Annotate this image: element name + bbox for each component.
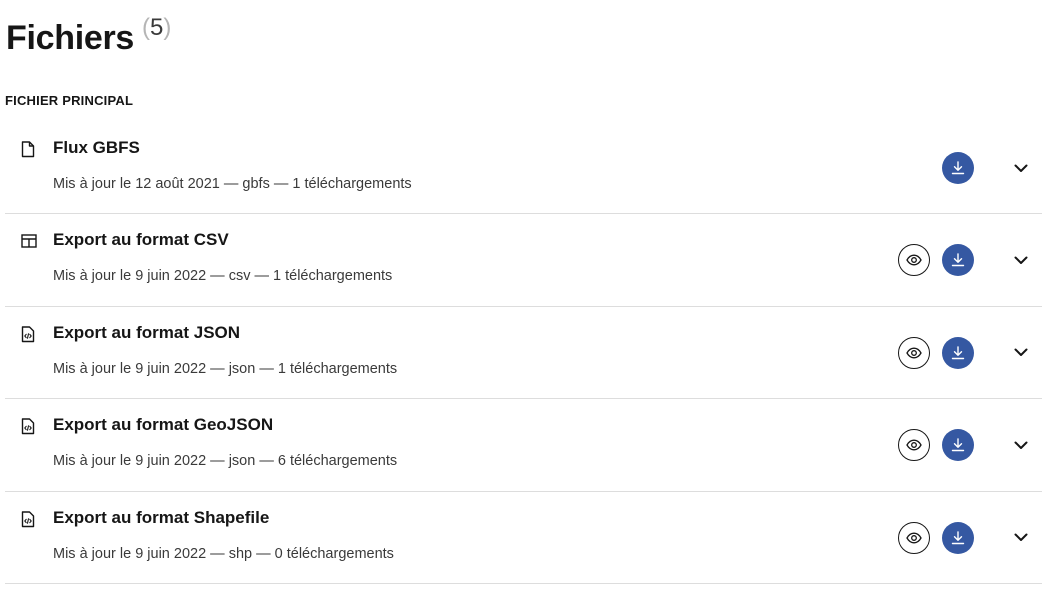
download-icon [951, 345, 965, 359]
download-button[interactable] [942, 244, 974, 276]
file-meta: Mis à jour le 9 juin 2022 — json — 6 tél… [53, 453, 398, 469]
file-row: Export au format Shapefile Mis à jour le… [5, 492, 1042, 584]
file-title[interactable]: Export au format CSV [53, 230, 229, 250]
code-file-icon [21, 510, 37, 529]
download-button[interactable] [942, 336, 974, 369]
eye-icon [906, 532, 922, 543]
file-meta: Mis à jour le 9 juin 2022 — shp — 0 télé… [53, 545, 394, 562]
expand-button[interactable] [1011, 435, 1031, 455]
download-icon [951, 530, 965, 544]
eye-icon [906, 254, 922, 266]
file-title[interactable]: Export au format Shapefile [53, 508, 269, 528]
chevron-down-icon [1014, 164, 1028, 172]
file-row: Export au format GeoJSON Mis à jour le 9… [5, 399, 1042, 492]
download-icon [951, 438, 965, 452]
expand-button[interactable] [1011, 528, 1031, 548]
code-file-icon [21, 325, 37, 344]
file-icon [21, 141, 37, 159]
preview-button[interactable] [898, 336, 930, 369]
page-title: Fichiers [6, 19, 134, 57]
preview-button[interactable] [898, 244, 930, 276]
expand-button[interactable] [1011, 343, 1031, 363]
file-row: Flux GBFS Mis à jour le 12 août 2021 — g… [5, 122, 1042, 214]
preview-button[interactable] [898, 429, 930, 461]
preview-button[interactable] [898, 521, 930, 554]
eye-icon [906, 347, 922, 358]
expand-button[interactable] [1011, 250, 1031, 270]
code-file-icon [21, 418, 37, 436]
download-icon [951, 161, 965, 175]
files-header: Fichiers (5) [6, 14, 171, 62]
file-title[interactable]: Export au format GeoJSON [53, 415, 273, 435]
chevron-down-icon [1014, 256, 1028, 264]
file-meta: Mis à jour le 9 juin 2022 — csv — 1 télé… [53, 268, 393, 284]
chevron-down-icon [1014, 441, 1028, 449]
file-title[interactable]: Flux GBFS [53, 138, 140, 158]
file-title[interactable]: Export au format JSON [53, 323, 240, 343]
chevron-down-icon [1014, 348, 1028, 356]
table-icon [21, 233, 37, 251]
download-button[interactable] [942, 521, 974, 554]
file-meta: Mis à jour le 9 juin 2022 — json — 1 tél… [53, 360, 398, 377]
chevron-down-icon [1014, 533, 1028, 541]
file-row: Export au format JSON Mis à jour le 9 ju… [5, 307, 1042, 399]
download-button[interactable] [942, 152, 974, 184]
download-button[interactable] [942, 429, 974, 461]
file-list: Flux GBFS Mis à jour le 12 août 2021 — g… [5, 122, 1042, 584]
download-icon [951, 253, 965, 267]
file-row: Export au format CSV Mis à jour le 9 jui… [5, 214, 1042, 307]
expand-button[interactable] [1011, 158, 1031, 178]
file-meta: Mis à jour le 12 août 2021 — gbfs — 1 té… [53, 176, 412, 192]
files-count: (5) [142, 14, 172, 41]
section-label-main-file: FICHIER PRINCIPAL [5, 93, 134, 108]
eye-icon [906, 439, 922, 451]
